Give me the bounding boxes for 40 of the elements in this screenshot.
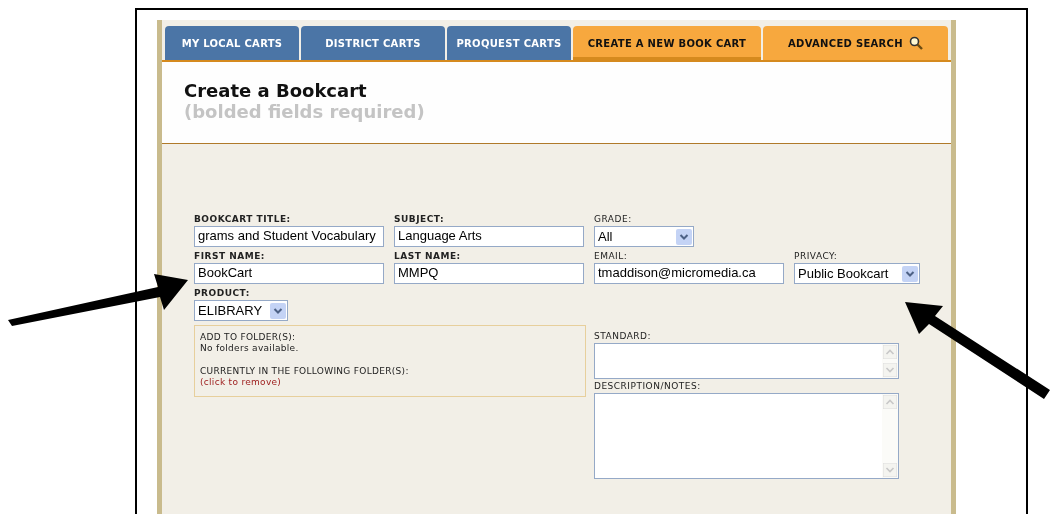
text-field[interactable]: tmaddison@micromedia.ca bbox=[594, 263, 784, 284]
text-field[interactable]: BookCart bbox=[194, 263, 384, 284]
text-field[interactable]: grams and Student Vocabulary bbox=[194, 226, 384, 247]
text-field[interactable]: Language Arts bbox=[394, 226, 584, 247]
text-field[interactable]: MMPQ bbox=[394, 263, 584, 284]
folder-note: No folders available. bbox=[200, 343, 300, 354]
page-title: Create a Bookcart bbox=[184, 80, 368, 101]
nav-tab[interactable]: DISTRICT CARTS bbox=[301, 26, 445, 60]
text-area[interactable] bbox=[594, 393, 899, 479]
field-label: DESCRIPTION/NOTES: bbox=[594, 381, 702, 392]
field-label: BOOKCART TITLE: bbox=[194, 214, 292, 225]
dropdown[interactable]: Public Bookcart bbox=[794, 263, 920, 284]
field-label: EMAIL: bbox=[594, 251, 629, 262]
field-label: PRIVACY: bbox=[794, 251, 839, 262]
text-area[interactable] bbox=[594, 343, 899, 379]
field-label: FIRST NAME: bbox=[194, 251, 266, 262]
folder-label: ADD TO FOLDER(S): bbox=[200, 332, 297, 343]
nav-tab[interactable]: MY LOCAL CARTS bbox=[165, 26, 299, 60]
nav-tab[interactable]: CREATE A NEW BOOK CART bbox=[573, 26, 761, 60]
nav-tab[interactable]: ADVANCED SEARCH bbox=[763, 26, 948, 60]
field-label: STANDARD: bbox=[594, 331, 653, 342]
chevron-up-icon[interactable] bbox=[883, 345, 897, 359]
dropdown[interactable]: ELIBRARY bbox=[194, 300, 288, 321]
chevron-down-icon bbox=[270, 302, 286, 319]
remove-link[interactable]: (click to remove) bbox=[200, 377, 580, 388]
chevron-down-icon bbox=[902, 265, 918, 282]
scrollbar[interactable] bbox=[882, 394, 898, 478]
chevron-down-icon[interactable] bbox=[883, 363, 897, 377]
chevron-up-icon[interactable] bbox=[883, 395, 897, 409]
chevron-down-icon bbox=[676, 228, 692, 245]
field-label: LAST NAME: bbox=[394, 251, 462, 262]
folder-label: CURRENTLY IN THE FOLLOWING FOLDER(S): bbox=[200, 366, 410, 377]
dropdown[interactable]: All bbox=[594, 226, 694, 247]
field-label: PRODUCT: bbox=[194, 288, 251, 299]
chevron-down-icon[interactable] bbox=[883, 463, 897, 477]
field-label: SUBJECT: bbox=[394, 214, 445, 225]
scrollbar[interactable] bbox=[882, 344, 898, 378]
field-label: GRADE: bbox=[594, 214, 633, 225]
nav-tab[interactable]: PROQUEST CARTS bbox=[447, 26, 571, 60]
page-subtitle: (bolded fields required) bbox=[184, 101, 426, 122]
